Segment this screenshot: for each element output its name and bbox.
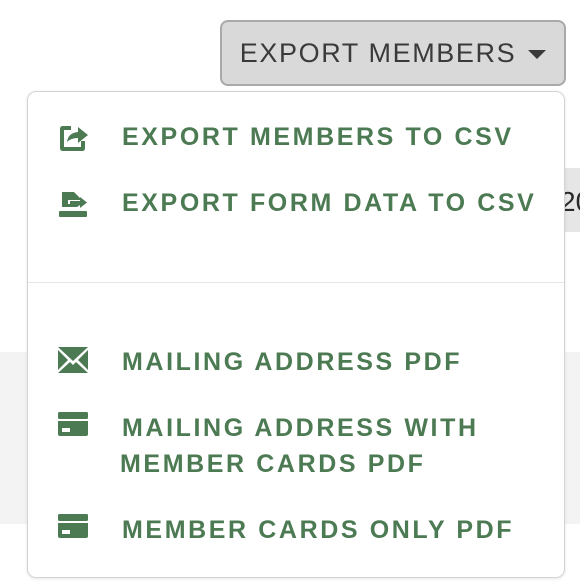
credit-card-icon (56, 510, 90, 544)
menu-item-label: MEMBER CARDS ONLY PDF (122, 516, 515, 544)
envelope-icon (56, 342, 90, 376)
page: 20 EXPORT MEMBERS EXPORT MEMBERS TO CSV (0, 0, 580, 586)
menu-item-label: EXPORT FORM DATA TO CSV (122, 189, 537, 217)
menu-item-label-line1: MAILING ADDRESS WITH (122, 414, 479, 442)
menu-item-label: EXPORT MEMBERS TO CSV (122, 123, 514, 151)
menu-item-export-members-csv[interactable]: EXPORT MEMBERS TO CSV (28, 116, 564, 158)
menu-item-mailing-address-pdf[interactable]: MAILING ADDRESS PDF (28, 340, 564, 382)
export-members-button[interactable]: EXPORT MEMBERS (220, 20, 566, 86)
menu-item-label-line2: MEMBER CARDS PDF (120, 450, 426, 478)
menu-item-member-cards-only-pdf[interactable]: MEMBER CARDS ONLY PDF (28, 508, 564, 550)
menu-item-export-form-data-csv[interactable]: EXPORT FORM DATA TO CSV (28, 182, 564, 224)
caret-down-icon (528, 49, 547, 59)
file-export-icon (56, 186, 90, 220)
menu-item-label: MAILING ADDRESS PDF (122, 348, 463, 376)
export-dropdown-menu: EXPORT MEMBERS TO CSV EXPORT FORM DATA T… (27, 91, 565, 578)
export-members-button-label: EXPORT MEMBERS (239, 37, 517, 68)
menu-item-mailing-address-member-cards-pdf[interactable]: MAILING ADDRESS WITH MEMBER CARDS PDF (28, 406, 564, 482)
share-export-icon (56, 120, 90, 154)
menu-divider (28, 282, 564, 283)
credit-card-icon (56, 408, 90, 442)
